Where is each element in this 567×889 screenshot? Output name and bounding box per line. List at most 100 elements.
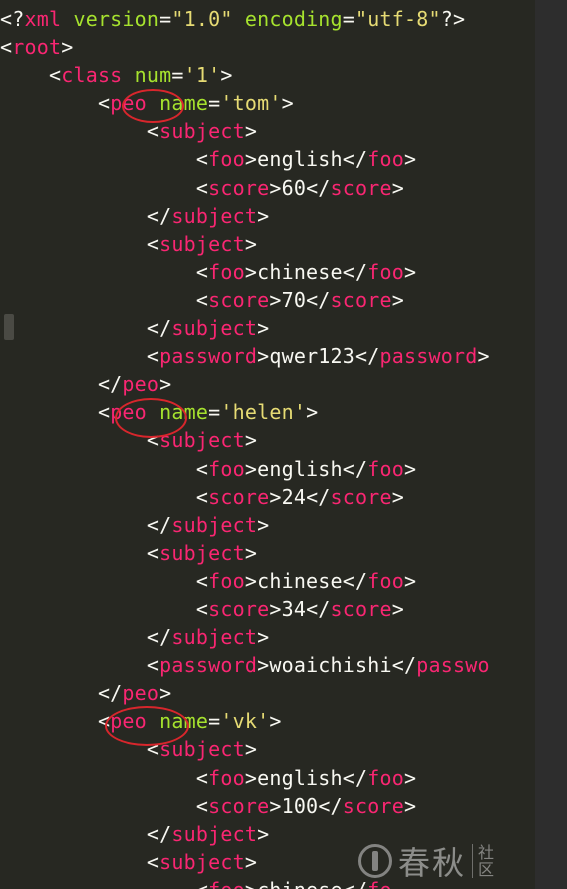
- code-line[interactable]: <subject>: [0, 735, 490, 763]
- code-punct: >: [159, 681, 172, 706]
- code-text: 34: [281, 596, 307, 621]
- code-tag-name: passwo: [416, 653, 490, 678]
- code-punct: </: [342, 765, 368, 790]
- code-line[interactable]: <foo>english</foo>: [0, 455, 490, 483]
- code-tag-name: foo: [367, 456, 404, 481]
- code-punct: =: [171, 63, 184, 88]
- code-punct: </: [97, 372, 123, 397]
- code-tag-name: foo: [208, 568, 245, 593]
- code-punct: >: [257, 512, 270, 537]
- code-line[interactable]: <password>woaichishi</passwo: [0, 651, 490, 679]
- code-line[interactable]: <root>: [0, 33, 490, 61]
- code-punct: >: [257, 625, 270, 650]
- code-punct: </: [146, 203, 172, 228]
- code-line[interactable]: <peo name='tom'>: [0, 89, 490, 117]
- code-punct: >: [244, 231, 258, 256]
- code-punct: >: [404, 568, 417, 593]
- code-line[interactable]: <foo>chinese</foo>: [0, 258, 490, 286]
- code-line[interactable]: <score>70</score>: [0, 286, 490, 314]
- code-line[interactable]: </subject>: [0, 623, 490, 651]
- code-text: 100: [281, 793, 319, 818]
- code-line[interactable]: <peo name='helen'>: [0, 398, 490, 426]
- code-editor[interactable]: <?xml version="1.0" encoding="utf-8"?> <r…: [0, 0, 535, 889]
- code-punct: <: [146, 849, 160, 874]
- code-line[interactable]: </peo>: [0, 370, 490, 398]
- code-attr-name: num: [122, 63, 172, 88]
- code-tag-name: score: [208, 175, 270, 200]
- code-punct: >: [220, 63, 233, 88]
- code-line[interactable]: <foo>english</foo>: [0, 145, 490, 173]
- code-tag-name: foo: [208, 765, 245, 790]
- code-line[interactable]: <foo>english</foo>: [0, 764, 490, 792]
- code-tag-name: foo: [367, 147, 404, 172]
- code-punct: >: [257, 344, 270, 369]
- code-line[interactable]: <subject>: [0, 426, 490, 454]
- code-punct: <: [196, 878, 208, 889]
- code-punct: >: [257, 821, 270, 846]
- code-text: chinese: [257, 878, 343, 889]
- code-punct: >: [257, 653, 270, 678]
- code-lines[interactable]: <?xml version="1.0" encoding="utf-8"?> <r…: [0, 5, 490, 889]
- code-line[interactable]: <score>34</score>: [0, 595, 490, 623]
- code-tag-name: score: [342, 793, 405, 818]
- code-punct: </: [97, 681, 123, 706]
- code-attr-value: 'helen': [220, 400, 307, 425]
- code-line[interactable]: </subject>: [0, 202, 490, 230]
- code-punct: >: [257, 316, 270, 341]
- code-tag-name: subject: [171, 316, 258, 341]
- code-tag-name: password: [379, 344, 478, 369]
- code-tag-name: password: [159, 344, 258, 369]
- code-punct: >: [244, 737, 258, 762]
- code-punct: <: [97, 400, 111, 425]
- code-text: english: [257, 456, 343, 481]
- code-punct: >: [269, 709, 282, 734]
- code-punct: </: [306, 287, 331, 312]
- code-line[interactable]: <score>24</score>: [0, 483, 490, 511]
- code-line[interactable]: <score>60</score>: [0, 174, 490, 202]
- code-line[interactable]: <foo>chinese</foo>: [0, 567, 490, 595]
- code-punct: </: [355, 344, 380, 369]
- code-line[interactable]: <class num='1'>: [0, 61, 490, 89]
- code-line[interactable]: <peo name='vk'>: [0, 707, 490, 735]
- code-punct: =: [342, 7, 356, 31]
- code-punct: >: [269, 793, 282, 818]
- code-line[interactable]: <score>100</score>: [0, 792, 490, 820]
- code-line[interactable]: <password>qwer123</password>: [0, 342, 490, 370]
- code-punct: >: [244, 540, 258, 565]
- code-tag-name: subject: [159, 540, 245, 565]
- code-punct: >: [391, 484, 405, 509]
- code-punct: =: [159, 7, 172, 31]
- code-line[interactable]: </peo>: [0, 679, 490, 707]
- code-attr-name: version: [61, 7, 160, 31]
- code-punct: >: [391, 596, 405, 621]
- code-tag-name: subject: [171, 821, 258, 846]
- watermark-text: 春秋: [398, 844, 467, 882]
- code-tag-name: score: [208, 484, 270, 509]
- code-text: english: [257, 147, 343, 172]
- code-punct: <: [195, 147, 209, 172]
- code-punct: =: [208, 709, 221, 734]
- code-punct: >: [306, 400, 319, 425]
- scrollbar-track[interactable]: [535, 0, 567, 889]
- code-punct: </: [391, 653, 417, 678]
- code-line[interactable]: </subject>: [0, 314, 490, 342]
- code-punct: </: [342, 456, 368, 481]
- code-tag-name: root: [12, 35, 62, 60]
- code-line[interactable]: <subject>: [0, 230, 490, 258]
- code-punct: >: [404, 765, 417, 790]
- code-line[interactable]: <?xml version="1.0" encoding="utf-8"?>: [0, 5, 490, 33]
- code-line[interactable]: <subject>: [0, 539, 490, 567]
- code-punct: </: [146, 821, 172, 846]
- code-attr-name: encoding: [232, 7, 343, 31]
- code-line[interactable]: <subject>: [0, 117, 490, 145]
- code-line[interactable]: </subject>: [0, 511, 490, 539]
- code-text: english: [257, 765, 343, 790]
